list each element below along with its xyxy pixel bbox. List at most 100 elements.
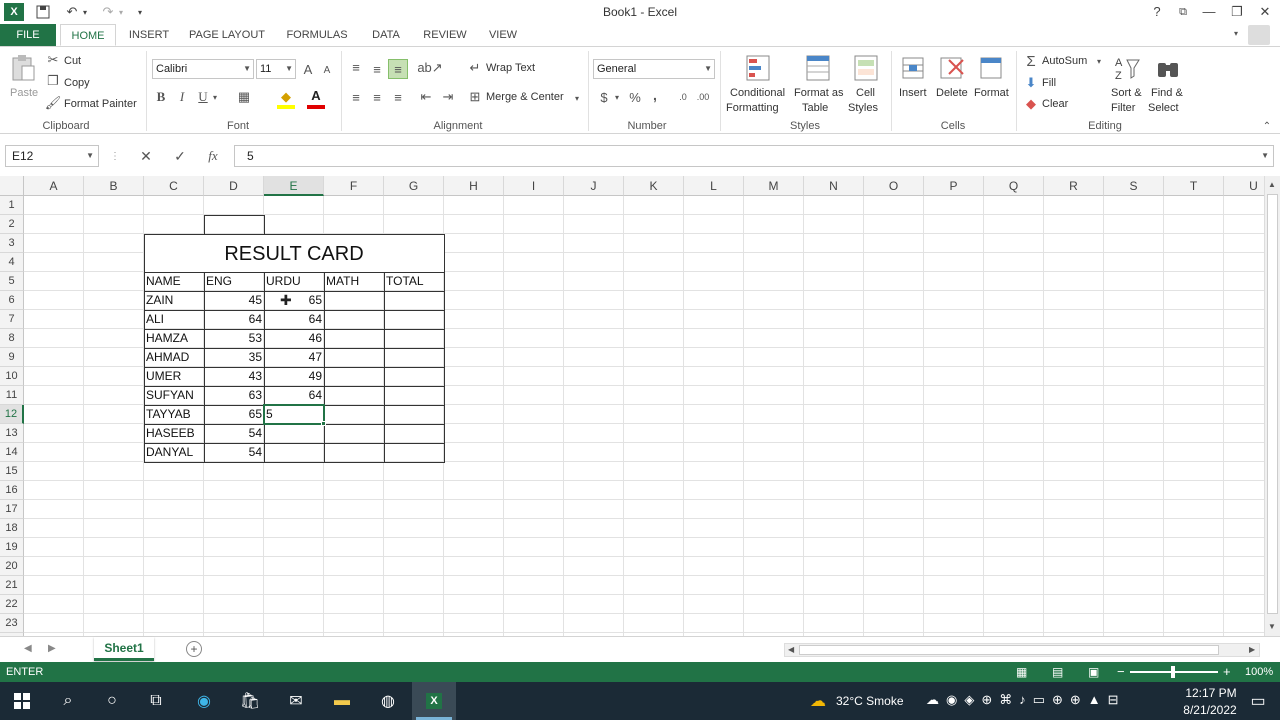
- cortana-icon[interactable]: ○: [90, 682, 134, 720]
- currency-button[interactable]: $: [596, 87, 612, 107]
- cell-name[interactable]: DANYAL: [144, 443, 204, 462]
- header-urdu[interactable]: URDU: [264, 272, 324, 291]
- number-format-select[interactable]: General ▼: [593, 59, 715, 79]
- column-header-q[interactable]: Q: [984, 176, 1044, 196]
- collapse-ribbon-icon[interactable]: ⌃: [1260, 119, 1274, 133]
- fill-button[interactable]: Fill: [1042, 77, 1056, 89]
- align-bottom-icon[interactable]: ≡: [388, 59, 408, 79]
- cell-styles-label[interactable]: Cell: [856, 87, 875, 99]
- cell-eng[interactable]: 35: [204, 348, 264, 367]
- fill-handle[interactable]: [321, 421, 326, 426]
- row-header-8[interactable]: 8: [0, 329, 24, 348]
- cell-urdu[interactable]: [264, 424, 324, 443]
- font-name-select[interactable]: Calibri ▼: [152, 59, 254, 79]
- page-layout-view-icon[interactable]: ▤: [1052, 665, 1063, 679]
- column-header-l[interactable]: L: [684, 176, 744, 196]
- cell-eng[interactable]: 64: [204, 310, 264, 329]
- cell-urdu[interactable]: 64: [264, 310, 324, 329]
- row-header-22[interactable]: 22: [0, 595, 24, 614]
- hscroll-left-icon[interactable]: ◀: [788, 645, 794, 654]
- percent-button[interactable]: %: [626, 87, 644, 107]
- column-header-h[interactable]: H: [444, 176, 504, 196]
- row-header-20[interactable]: 20: [0, 557, 24, 576]
- row-header-7[interactable]: 7: [0, 310, 24, 329]
- cell-name[interactable]: UMER: [144, 367, 204, 386]
- row-header-14[interactable]: 14: [0, 443, 24, 462]
- page-break-view-icon[interactable]: ▣: [1088, 665, 1099, 679]
- cut-button[interactable]: Cut: [64, 55, 81, 67]
- zoom-level[interactable]: 100%: [1245, 666, 1273, 678]
- find-select-label[interactable]: Find &: [1151, 87, 1183, 99]
- weather-icon[interactable]: ☁: [796, 682, 840, 720]
- horizontal-scrollbar[interactable]: ◀ ▶: [784, 643, 1260, 657]
- minimize-button[interactable]: —: [1196, 2, 1222, 22]
- row-header-23[interactable]: 23: [0, 614, 24, 633]
- name-box[interactable]: E12 ▼: [5, 145, 99, 167]
- column-header-u[interactable]: U: [1224, 176, 1264, 196]
- cell-name[interactable]: TAYYAB: [144, 405, 204, 424]
- comma-button[interactable]: ,: [648, 85, 662, 105]
- active-cell-e12[interactable]: 5: [264, 405, 324, 424]
- cell-name[interactable]: AHMAD: [144, 348, 204, 367]
- account-dropdown-icon[interactable]: ▾: [1234, 29, 1238, 38]
- column-header-e[interactable]: E: [264, 176, 324, 196]
- format-as-table-label-2[interactable]: Table: [802, 102, 828, 114]
- row-header-18[interactable]: 18: [0, 519, 24, 538]
- sheet-tab-sheet1[interactable]: Sheet1: [94, 637, 154, 661]
- cell-urdu[interactable]: 47: [264, 348, 324, 367]
- scroll-thumb[interactable]: [1267, 194, 1278, 614]
- zoom-in-button[interactable]: +: [1223, 664, 1231, 679]
- autosum-icon[interactable]: Σ: [1024, 53, 1038, 70]
- format-as-table-icon[interactable]: [804, 53, 832, 83]
- copy-icon[interactable]: ❐: [46, 73, 60, 88]
- row-header-3[interactable]: 3: [0, 234, 24, 253]
- excel-taskbar-icon[interactable]: X: [412, 682, 456, 720]
- clear-button[interactable]: Clear: [1042, 98, 1068, 110]
- cell-urdu[interactable]: 49: [264, 367, 324, 386]
- bold-button[interactable]: B: [153, 87, 169, 107]
- row-header-9[interactable]: 9: [0, 348, 24, 367]
- hscroll-thumb[interactable]: [799, 645, 1219, 655]
- cell-urdu[interactable]: 46: [264, 329, 324, 348]
- store-icon[interactable]: 🛍: [228, 682, 272, 720]
- help-button[interactable]: ?: [1144, 2, 1170, 22]
- merge-dropdown-icon[interactable]: ▾: [572, 91, 582, 105]
- orientation-icon[interactable]: ab↗: [417, 59, 442, 77]
- windows-start-icon[interactable]: [0, 682, 44, 720]
- sort-filter-icon[interactable]: AZ: [1112, 53, 1142, 83]
- merge-center-icon[interactable]: ⊞: [466, 87, 484, 107]
- sheet-prev-icon[interactable]: ◀: [24, 643, 32, 654]
- fill-icon[interactable]: ⬇: [1024, 75, 1038, 91]
- format-cells-icon[interactable]: [978, 53, 1006, 83]
- task-view-icon[interactable]: ⧉: [134, 682, 178, 720]
- row-header-15[interactable]: 15: [0, 462, 24, 481]
- align-top-icon[interactable]: ≡: [346, 57, 366, 77]
- cell-styles-label-2[interactable]: Styles: [848, 102, 878, 114]
- add-sheet-button[interactable]: +: [186, 641, 202, 657]
- cut-icon[interactable]: ✂: [46, 52, 60, 67]
- align-middle-icon[interactable]: ≡: [367, 59, 387, 79]
- cell-eng[interactable]: 45: [204, 291, 264, 310]
- column-header-o[interactable]: O: [864, 176, 924, 196]
- tab-data[interactable]: DATA: [364, 24, 408, 46]
- header-eng[interactable]: ENG: [204, 272, 264, 291]
- underline-button[interactable]: U: [195, 87, 211, 107]
- cell-eng[interactable]: 54: [204, 424, 264, 443]
- column-header-g[interactable]: G: [384, 176, 444, 196]
- row-header-1[interactable]: 1: [0, 196, 24, 215]
- insert-cells-button[interactable]: Insert: [899, 87, 927, 99]
- delete-cells-icon[interactable]: [938, 53, 966, 83]
- row-header-21[interactable]: 21: [0, 576, 24, 595]
- wrap-text-button[interactable]: Wrap Text: [486, 62, 535, 74]
- tab-home[interactable]: HOME: [60, 24, 116, 46]
- column-header-d[interactable]: D: [204, 176, 264, 196]
- tab-page-layout[interactable]: PAGE LAYOUT: [184, 24, 270, 46]
- cell-name[interactable]: HAMZA: [144, 329, 204, 348]
- search-icon[interactable]: ⌕: [46, 682, 90, 720]
- autosum-button[interactable]: AutoSum: [1042, 55, 1087, 67]
- column-header-c[interactable]: C: [144, 176, 204, 196]
- fill-color-icon[interactable]: ◆: [276, 87, 296, 107]
- find-select-icon[interactable]: [1154, 53, 1182, 83]
- format-painter-button[interactable]: Format Painter: [64, 98, 137, 110]
- cell-eng[interactable]: 54: [204, 443, 264, 462]
